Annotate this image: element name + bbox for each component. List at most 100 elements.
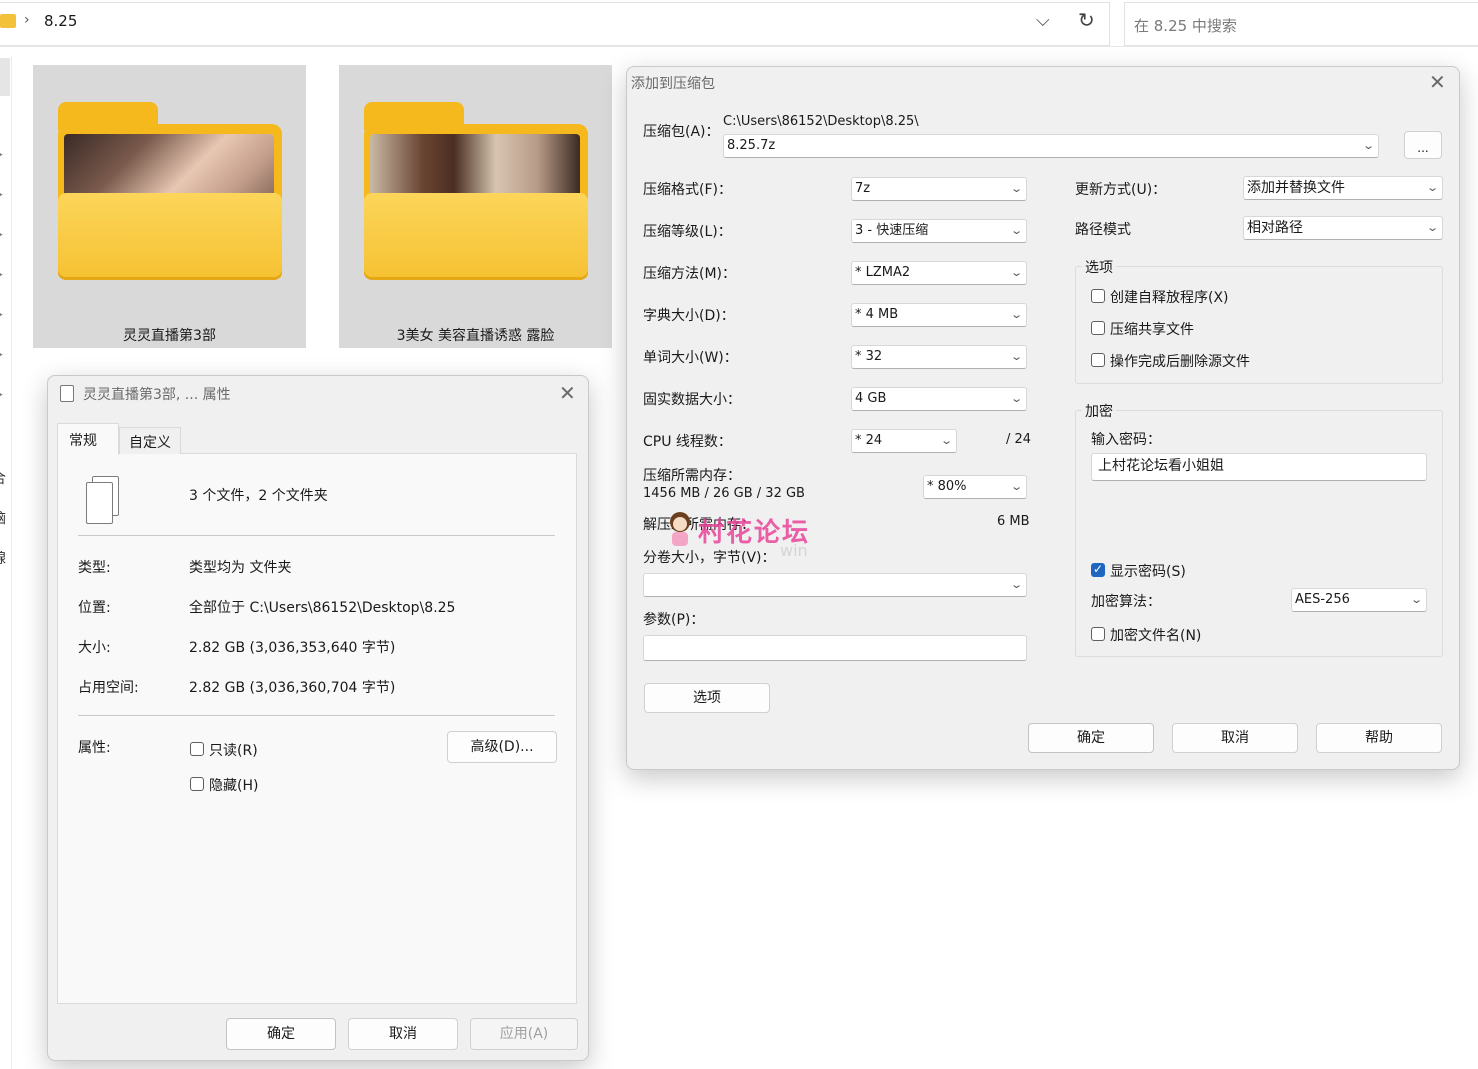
pathmode-select[interactable]: 相对路径 ⌄ [1243,216,1443,240]
pathmode-value: 相对路径 [1247,220,1303,236]
refresh-icon[interactable]: ↻ [1078,8,1095,32]
cpu-select[interactable]: * 24 ⌄ [851,429,957,453]
advanced-button[interactable]: 高级(D)... [447,731,557,763]
sfx-checkbox[interactable] [1091,289,1105,303]
divider [78,715,555,716]
word-select[interactable]: * 32 ⌄ [851,345,1027,369]
watermark-subtext: win [780,541,808,560]
mem-label: 压缩所需内存： [643,468,741,484]
search-placeholder: 在 8.25 中搜索 [1134,17,1237,35]
nav-item-label[interactable]: 脑 [0,508,6,528]
update-select[interactable]: 添加并替换文件 ⌄ [1243,176,1443,200]
attributes-label: 属性: [78,740,111,756]
split-label: 分卷大小，字节(V)： [643,550,776,566]
show-password-checkbox[interactable] [1091,562,1105,577]
folder-icon [0,14,16,28]
hidden-label[interactable]: 隐藏(H) [209,775,258,795]
cancel-button[interactable]: 取消 [348,1018,458,1050]
breadcrumb-chevron-icon[interactable]: › [24,12,30,28]
options-button[interactable]: 选项 [644,683,770,713]
enc-method-select[interactable]: AES-256 ⌄ [1291,588,1427,612]
shared-label[interactable]: 压缩共享文件 [1110,319,1194,339]
location-value: 全部位于 C:\Users\86152\Desktop\8.25 [189,600,456,616]
size-value: 2.82 GB (3,036,353,640 字节) [189,640,396,656]
solid-value: 4 GB [855,391,887,406]
cancel-button[interactable]: 取消 [1172,723,1298,753]
archive-name-value: 8.25.7z [727,138,776,153]
level-value: 3 - 快速压缩 [855,223,929,238]
format-select[interactable]: 7z ⌄ [851,177,1027,201]
split-combo[interactable]: ⌄ [643,573,1027,597]
chevron-down-icon: ⌄ [1009,480,1023,493]
params-input[interactable] [643,635,1027,661]
chevron-down-icon[interactable]: ⌵ [1036,10,1050,31]
ok-button[interactable]: 确定 [1028,723,1154,753]
mem-value: * 80% [927,479,967,494]
delete-after-checkbox[interactable] [1091,353,1105,367]
cpu-value: * 24 [855,433,883,448]
tab-custom-label[interactable]: 自定义 [129,432,171,452]
mem-select[interactable]: * 80% ⌄ [923,475,1027,499]
close-icon[interactable]: ✕ [559,381,576,405]
disk-size-value: 2.82 GB (3,036,360,704 字节) [189,680,396,696]
solid-select[interactable]: 4 GB ⌄ [851,387,1027,411]
decomp-value: 6 MB [997,514,1030,529]
watermark-mascot-icon [666,512,694,546]
hidden-checkbox[interactable] [190,777,204,791]
level-select[interactable]: 3 - 快速压缩 ⌄ [851,219,1027,243]
size-label: 大小: [78,640,111,656]
archive-label: 压缩包(A)： [643,124,720,140]
show-password-label[interactable]: 显示密码(S) [1110,561,1186,581]
dialog-title: 灵灵直播第3部, ... 属性 [83,387,231,403]
format-value: 7z [855,181,871,196]
chevron-down-icon: ⌄ [939,434,953,447]
shared-checkbox[interactable] [1091,321,1105,335]
pin-icon: ✦ [0,268,6,282]
method-value: * LZMA2 [855,265,911,280]
pin-icon: ✦ [0,388,6,402]
params-label: 参数(P)： [643,612,705,628]
chevron-down-icon: ⌄ [1361,139,1375,152]
breadcrumb-current[interactable]: 8.25 [44,12,77,30]
folder-name[interactable]: 灵灵直播第3部 [33,325,306,345]
pathmode-label: 路径模式 [1075,222,1131,238]
dialog-title: 添加到压缩包 [631,76,715,92]
address-bar[interactable] [0,2,1110,46]
password-input[interactable]: 上村花论坛看小姐姐 [1091,453,1427,481]
pin-icon: ✦ [0,188,6,202]
disk-size-label: 占用空间: [78,680,139,696]
readonly-label[interactable]: 只读(R) [209,740,258,760]
dict-label: 字典大小(D)： [643,308,735,324]
sfx-label[interactable]: 创建自释放程序(X) [1110,287,1229,307]
close-icon[interactable]: ✕ [1429,70,1446,94]
selection-summary: 3 个文件，2 个文件夹 [189,488,328,504]
nav-item-label[interactable]: 合 [0,468,6,488]
nav-item-label[interactable]: 腺 [0,548,6,568]
readonly-checkbox[interactable] [190,742,204,756]
folder-name[interactable]: 3美女 美容直播诱惑 露脸 [339,325,612,345]
cpu-total: / 24 [1006,432,1032,447]
apply-button[interactable]: 应用(A) [470,1018,578,1050]
chevron-down-icon: ⌄ [1009,182,1023,195]
word-label: 单词大小(W)： [643,350,738,366]
archive-name-combo[interactable]: 8.25.7z ⌄ [723,134,1379,158]
encrypt-names-checkbox[interactable] [1091,627,1105,641]
dict-value: * 4 MB [855,307,899,322]
encrypt-names-label[interactable]: 加密文件名(N) [1110,625,1201,645]
mem-detail: 1456 MB / 26 GB / 32 GB [643,486,805,501]
method-select[interactable]: * LZMA2 ⌄ [851,261,1027,285]
dict-select[interactable]: * 4 MB ⌄ [851,303,1027,327]
chevron-down-icon: ⌄ [1009,224,1023,237]
format-label: 压缩格式(F)： [643,182,732,198]
options-group-title: 选项 [1082,257,1116,277]
folder-icon-front [364,193,588,277]
ok-button[interactable]: 确定 [226,1018,336,1050]
help-button[interactable]: 帮助 [1316,723,1442,753]
password-label: 输入密码： [1091,432,1161,448]
tab-general-label[interactable]: 常规 [69,430,97,450]
browse-button[interactable]: ... [1404,131,1442,159]
document-icon [60,385,74,402]
nav-selected-item[interactable] [0,58,10,96]
multiple-files-icon [86,476,120,524]
delete-after-label[interactable]: 操作完成后删除源文件 [1110,351,1250,371]
